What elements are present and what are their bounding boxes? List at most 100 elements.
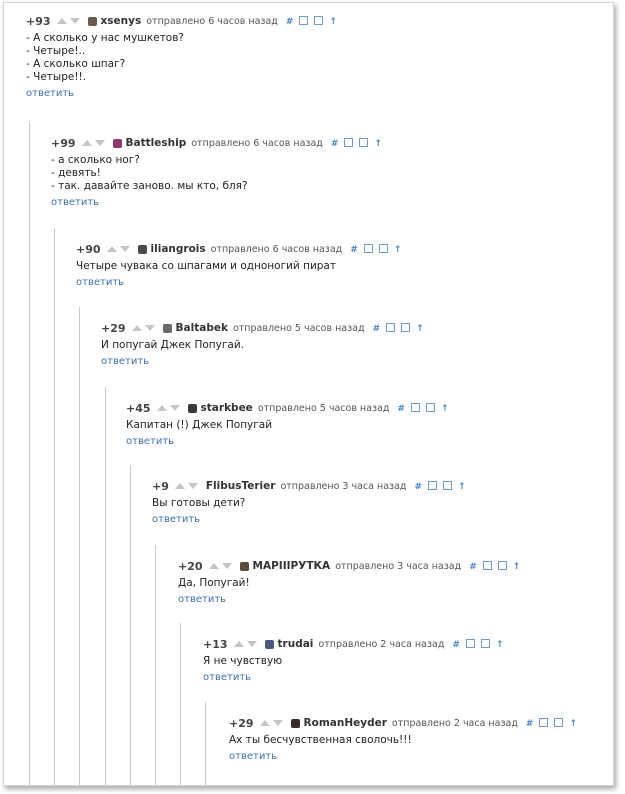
comment-text: - А сколько у нас мушкетов? - Четыре!.. - … bbox=[26, 32, 343, 84]
parent-comment-icon[interactable]: ↑ bbox=[513, 562, 521, 572]
username-link[interactable]: RomanHeyder bbox=[304, 717, 387, 729]
comment-text-line: Капитан (!) Джек Попугай bbox=[126, 419, 273, 431]
save-comment-icon[interactable] bbox=[299, 16, 309, 25]
upvote-icon[interactable] bbox=[208, 563, 219, 569]
parent-comment-icon[interactable]: ↑ bbox=[496, 640, 504, 650]
downvote-icon[interactable] bbox=[272, 720, 283, 726]
comment: +90 iliangrois отправлено 6 часов назад # ↑ Ч… bbox=[76, 242, 407, 289]
comment-text-line: Да, Попугай! bbox=[178, 577, 250, 589]
reply-link[interactable]: ответить bbox=[126, 436, 455, 447]
upvote-icon[interactable] bbox=[56, 18, 67, 24]
permalink-icon[interactable]: # bbox=[526, 719, 534, 729]
report-icon[interactable] bbox=[378, 244, 388, 253]
comment-text-line: Вы готовы дети? bbox=[152, 497, 246, 509]
permalink-icon[interactable]: # bbox=[452, 640, 460, 650]
downvote-icon[interactable] bbox=[221, 563, 232, 569]
reply-link[interactable]: ответить bbox=[51, 197, 388, 208]
permalink-icon[interactable]: # bbox=[469, 562, 477, 572]
reply-link[interactable]: ответить bbox=[152, 514, 472, 525]
comment-text: Капитан (!) Джек Попугай bbox=[126, 419, 455, 432]
comment-tools: # ↑ bbox=[286, 16, 343, 27]
comment-text-line: - девять! bbox=[51, 167, 101, 179]
permalink-icon[interactable]: # bbox=[373, 324, 381, 334]
report-icon[interactable] bbox=[443, 481, 453, 490]
permalink-icon[interactable]: # bbox=[397, 404, 405, 414]
parent-comment-icon[interactable]: ↑ bbox=[394, 245, 402, 255]
parent-comment-icon[interactable]: ↑ bbox=[458, 482, 466, 492]
reply-link[interactable]: ответить bbox=[203, 672, 510, 683]
username-link[interactable]: trudai bbox=[278, 638, 314, 650]
comment-timestamp: отправлено 2 часа назад bbox=[391, 717, 518, 729]
username-link[interactable]: МАРIIIРУТКА bbox=[253, 560, 331, 572]
downvote-icon[interactable] bbox=[94, 140, 105, 146]
downvote-icon[interactable] bbox=[144, 325, 155, 331]
username-link[interactable]: starkbee bbox=[201, 402, 253, 414]
permalink-icon[interactable]: # bbox=[414, 482, 422, 492]
reply-link[interactable]: ответить bbox=[26, 88, 343, 99]
save-comment-icon[interactable] bbox=[344, 138, 354, 147]
comment-header: +13 trudai отправлено 2 часа назад # ↑ bbox=[203, 637, 510, 651]
upvote-icon[interactable] bbox=[131, 325, 142, 331]
report-icon[interactable] bbox=[554, 718, 564, 727]
thread-indent-line bbox=[130, 465, 131, 785]
report-icon[interactable] bbox=[480, 639, 490, 648]
save-comment-icon[interactable] bbox=[428, 481, 438, 490]
report-icon[interactable] bbox=[359, 138, 369, 147]
avatar[interactable] bbox=[137, 244, 147, 254]
report-icon[interactable] bbox=[314, 16, 324, 25]
username-link[interactable]: FlibusTerier bbox=[206, 480, 276, 492]
save-comment-icon[interactable] bbox=[410, 403, 420, 412]
avatar[interactable] bbox=[239, 561, 249, 571]
downvote-icon[interactable] bbox=[69, 18, 80, 24]
username-link[interactable]: Baltabek bbox=[176, 322, 228, 334]
username-link[interactable]: iliangrois bbox=[151, 243, 206, 255]
downvote-icon[interactable] bbox=[169, 405, 180, 411]
parent-comment-icon[interactable]: ↑ bbox=[569, 719, 577, 729]
downvote-icon[interactable] bbox=[187, 483, 198, 489]
permalink-icon[interactable]: # bbox=[286, 17, 294, 27]
upvote-icon[interactable] bbox=[233, 641, 244, 647]
save-comment-icon[interactable] bbox=[539, 718, 549, 727]
comment-header: +29 Baltabek отправлено 5 часов назад # ↑ bbox=[101, 321, 430, 335]
report-icon[interactable] bbox=[401, 323, 411, 332]
reply-link[interactable]: ответить bbox=[76, 277, 407, 288]
avatar[interactable] bbox=[87, 16, 97, 26]
comment-rating: +93 bbox=[26, 14, 51, 28]
comment-text-line: И попугай Джек Попугай. bbox=[101, 339, 244, 351]
comment-text-line: Я не чувствую bbox=[203, 655, 283, 667]
upvote-icon[interactable] bbox=[259, 720, 270, 726]
parent-comment-icon[interactable]: ↑ bbox=[441, 404, 449, 414]
avatar[interactable] bbox=[187, 403, 197, 413]
parent-comment-icon[interactable]: ↑ bbox=[416, 324, 424, 334]
downvote-icon[interactable] bbox=[119, 246, 130, 252]
username-link[interactable]: xsenys bbox=[101, 15, 142, 27]
save-comment-icon[interactable] bbox=[482, 561, 492, 570]
comment: +93 xsenys отправлено 6 часов назад # ↑ - А с… bbox=[26, 14, 343, 100]
avatar[interactable] bbox=[290, 718, 300, 728]
comment-text: Да, Попугай! bbox=[178, 577, 526, 590]
parent-comment-icon[interactable]: ↑ bbox=[374, 139, 382, 149]
save-comment-icon[interactable] bbox=[465, 639, 475, 648]
upvote-icon[interactable] bbox=[81, 140, 92, 146]
avatar[interactable] bbox=[264, 639, 274, 649]
permalink-icon[interactable]: # bbox=[331, 139, 339, 149]
downvote-icon[interactable] bbox=[246, 641, 257, 647]
parent-comment-icon[interactable]: ↑ bbox=[329, 17, 337, 27]
permalink-icon[interactable]: # bbox=[350, 245, 358, 255]
reply-link[interactable]: ответить bbox=[229, 751, 583, 762]
comment-text: И попугай Джек Попугай. bbox=[101, 339, 430, 352]
upvote-icon[interactable] bbox=[174, 483, 185, 489]
reply-link[interactable]: ответить bbox=[101, 356, 430, 367]
reply-link[interactable]: ответить bbox=[178, 594, 526, 605]
avatar[interactable] bbox=[112, 138, 122, 148]
save-comment-icon[interactable] bbox=[363, 244, 373, 253]
save-comment-icon[interactable] bbox=[386, 323, 396, 332]
upvote-icon[interactable] bbox=[156, 405, 167, 411]
thread-indent-line bbox=[155, 545, 156, 785]
avatar[interactable] bbox=[162, 323, 172, 333]
upvote-icon[interactable] bbox=[106, 246, 117, 252]
comment-header: +45 starkbee отправлено 5 часов назад # ↑ bbox=[126, 401, 455, 415]
username-link[interactable]: Battleship bbox=[126, 137, 187, 149]
report-icon[interactable] bbox=[425, 403, 435, 412]
report-icon[interactable] bbox=[497, 561, 507, 570]
